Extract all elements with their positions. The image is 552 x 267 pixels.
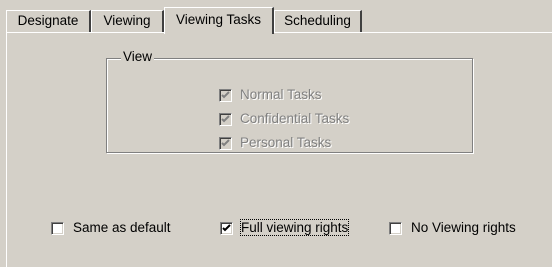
no-viewing-rights-checkbox[interactable] <box>389 222 402 235</box>
personal-tasks-label: Personal Tasks <box>240 135 332 150</box>
confidential-tasks-checkbox[interactable] <box>219 113 232 126</box>
check-icon <box>221 91 230 99</box>
full-viewing-rights-label[interactable]: Full viewing rights <box>239 219 350 236</box>
same-as-default-checkbox[interactable] <box>51 222 64 235</box>
check-icon <box>221 115 230 123</box>
same-as-default-label[interactable]: Same as default <box>73 220 171 235</box>
check-icon <box>221 139 230 147</box>
tab-viewing-tasks[interactable]: Viewing Tasks <box>164 7 274 34</box>
tab-panel: View Normal Tasks Confidential Tasks Per… <box>6 32 552 267</box>
normal-tasks-label: Normal Tasks <box>240 87 322 102</box>
tab-scheduling[interactable]: Scheduling <box>274 10 362 32</box>
full-viewing-rights-checkbox[interactable] <box>220 222 233 235</box>
tab-designate[interactable]: Designate <box>6 10 91 32</box>
personal-tasks-checkbox[interactable] <box>219 137 232 150</box>
confidential-tasks-label: Confidential Tasks <box>240 111 350 126</box>
no-viewing-rights-label[interactable]: No Viewing rights <box>411 220 516 235</box>
normal-tasks-checkbox[interactable] <box>219 89 232 102</box>
view-group-title: View <box>121 49 155 64</box>
dialog-frame: Designate Viewing Viewing Tasks Scheduli… <box>0 0 552 267</box>
check-icon <box>222 224 231 232</box>
tab-viewing[interactable]: Viewing <box>91 10 164 32</box>
